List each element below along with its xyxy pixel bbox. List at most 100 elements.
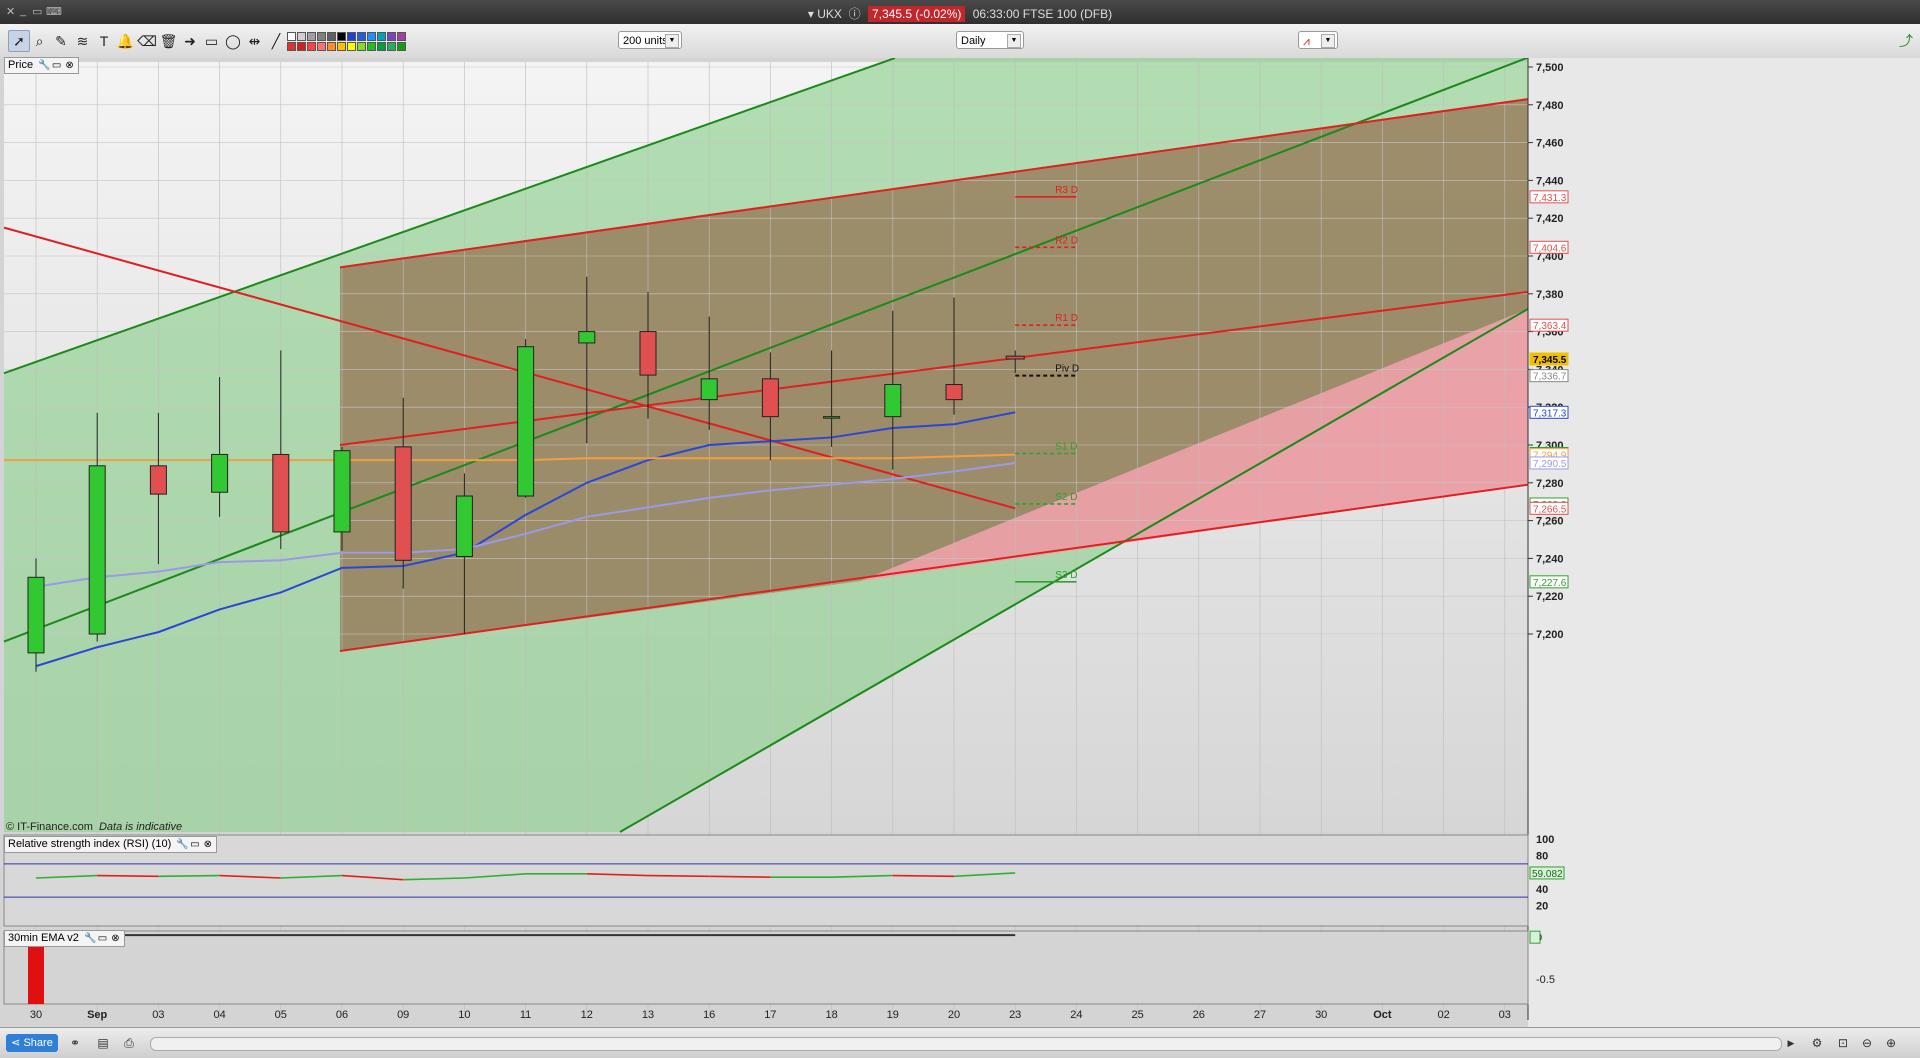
ema-panel: 0-0.5 <box>3 930 1555 1005</box>
close-icon[interactable]: ⊗ <box>202 839 213 850</box>
trendline-icon[interactable]: ╱ <box>266 31 286 51</box>
date-tick-label: 18 <box>825 1009 837 1021</box>
axis-tick-label: 7,380 <box>1536 289 1564 301</box>
units-select[interactable]: 200 units ▼ <box>618 31 682 49</box>
arrow-icon[interactable]: ➜ <box>180 31 200 51</box>
color-swatch[interactable] <box>347 32 356 41</box>
rsi-line-segment <box>647 874 710 878</box>
rsi-line-segment <box>97 874 159 878</box>
pivot-label: R3 D <box>1055 185 1078 196</box>
candle-body <box>88 465 106 635</box>
color-swatch[interactable] <box>397 42 406 51</box>
candle-body <box>333 450 351 533</box>
date-tick-label: 25 <box>1131 1009 1143 1021</box>
chart-area[interactable]: R3 D R2 D R1 D Piv D S1 D S2 D S3 D 7,500 7,480… <box>0 58 1920 1027</box>
rsi-value-text: 59.082 <box>1532 869 1563 880</box>
info-icon[interactable]: ⓘ <box>849 7 861 21</box>
rsi-tick-label: 20 <box>1536 900 1548 912</box>
period-select[interactable]: Daily ▼ <box>956 31 1024 49</box>
erase-icon[interactable]: ⌫ <box>137 31 157 51</box>
date-tick-label: 26 <box>1193 1009 1205 1021</box>
axis-tick-label: 7,440 <box>1536 175 1564 187</box>
zoom-in-icon[interactable]: ⊕ <box>1882 1034 1900 1052</box>
settings-icon[interactable]: ⚙ <box>1808 1034 1826 1052</box>
chart-type-select[interactable]: ⩘ ▼ <box>1298 31 1338 49</box>
pointer-icon[interactable]: ➚ <box>8 30 30 52</box>
scroll-right-icon[interactable]: ▶ <box>1782 1034 1800 1052</box>
window-icon[interactable]: ▭ <box>51 60 62 71</box>
wrench-icon[interactable]: 🔧 <box>38 60 50 71</box>
color-swatch[interactable] <box>347 42 356 51</box>
rsi-line-segment <box>892 874 955 878</box>
drawing-icon[interactable]: ✎ <box>51 31 71 51</box>
rsi-line-segment <box>158 874 220 878</box>
zoom-icon[interactable]: ⌕ <box>30 31 50 51</box>
close-icon[interactable]: ⊗ <box>110 933 121 944</box>
wrench-icon[interactable]: 🔧 <box>176 839 188 850</box>
window-icon[interactable]: ▭ <box>189 839 200 850</box>
horizontal-scrollbar[interactable] <box>150 1037 1782 1051</box>
color-swatch[interactable] <box>307 42 316 51</box>
rectangle-icon[interactable]: ▭ <box>202 31 222 51</box>
color-swatch[interactable] <box>387 32 396 41</box>
axis-tick-label: 7,240 <box>1536 553 1564 565</box>
fib-icon[interactable]: ≋ <box>73 31 93 51</box>
color-swatch[interactable] <box>297 32 306 41</box>
delete-icon[interactable]: 🗑 <box>159 31 179 51</box>
color-swatch[interactable] <box>357 42 366 51</box>
ema-background <box>3 930 1529 1005</box>
candle-body <box>1005 355 1025 360</box>
color-swatch[interactable] <box>367 32 376 41</box>
date-tick-label: 24 <box>1070 1009 1082 1021</box>
axis-tick-label: 7,280 <box>1536 478 1564 490</box>
window-icon[interactable]: ▭ <box>97 933 108 944</box>
rsi-panel: 1008060402059.082 <box>3 834 1565 927</box>
trend-icon[interactable]: ⤴ <box>1896 31 1916 51</box>
color-swatch[interactable] <box>307 32 316 41</box>
color-swatch[interactable] <box>317 32 326 41</box>
color-swatch[interactable] <box>377 32 386 41</box>
date-tick-label: 03 <box>1499 1009 1511 1021</box>
date-tick-label: 11 <box>520 1009 531 1021</box>
color-swatch[interactable] <box>377 42 386 51</box>
pivot-label: S2 D <box>1055 492 1077 503</box>
pivot-label: R2 D <box>1055 235 1078 246</box>
text-icon[interactable]: T <box>94 31 114 51</box>
color-swatch[interactable] <box>327 32 336 41</box>
window-title: ▾ UKX ⓘ 7,345.5 (-0.02%) 06:33:00 FTSE 1… <box>0 5 1920 22</box>
color-swatch[interactable] <box>287 42 296 51</box>
close-icon[interactable]: ⊗ <box>64 60 75 71</box>
color-swatch[interactable] <box>357 32 366 41</box>
price-badge: 7,345.5 (-0.02%) <box>867 6 966 22</box>
zoom-out-icon[interactable]: ⊖ <box>1858 1034 1876 1052</box>
print-icon[interactable]: ⎙ <box>120 1034 138 1052</box>
symbol-dropdown[interactable]: ▾ UKX <box>808 7 842 21</box>
color-swatch[interactable] <box>317 42 326 51</box>
axis-tick-label: 7,460 <box>1536 138 1564 150</box>
color-swatch[interactable] <box>397 32 406 41</box>
candle-body <box>578 331 596 344</box>
date-tick-label: 03 <box>152 1009 164 1021</box>
wrench-icon[interactable]: 🔧 <box>84 933 96 944</box>
hline-icon[interactable]: ⇹ <box>245 31 265 51</box>
color-swatch[interactable] <box>337 32 346 41</box>
color-swatch[interactable] <box>297 42 306 51</box>
color-swatch[interactable] <box>327 42 336 51</box>
candle-body <box>149 465 167 495</box>
zoom-fit-icon[interactable]: ⊡ <box>1834 1034 1852 1052</box>
rsi-line-segment <box>709 875 771 878</box>
color-swatch[interactable] <box>287 32 296 41</box>
link-icon[interactable]: ⚭ <box>66 1034 84 1052</box>
rsi-tick-label: 80 <box>1536 851 1548 863</box>
color-swatch[interactable] <box>387 42 396 51</box>
share-icon: ⋖ <box>11 1037 21 1049</box>
color-swatch[interactable] <box>337 42 346 51</box>
color-swatch[interactable] <box>367 42 376 51</box>
alert-icon[interactable]: 🔔 <box>116 31 136 51</box>
share-button[interactable]: ⋖ Share <box>6 1034 58 1052</box>
layout-icon[interactable]: ▤ <box>94 1034 112 1052</box>
pivot-label: S3 D <box>1055 570 1077 581</box>
ellipse-icon[interactable]: ◯ <box>223 31 243 51</box>
axis-tick-label: 7,260 <box>1536 516 1564 528</box>
date-tick-label: 02 <box>1437 1009 1449 1021</box>
